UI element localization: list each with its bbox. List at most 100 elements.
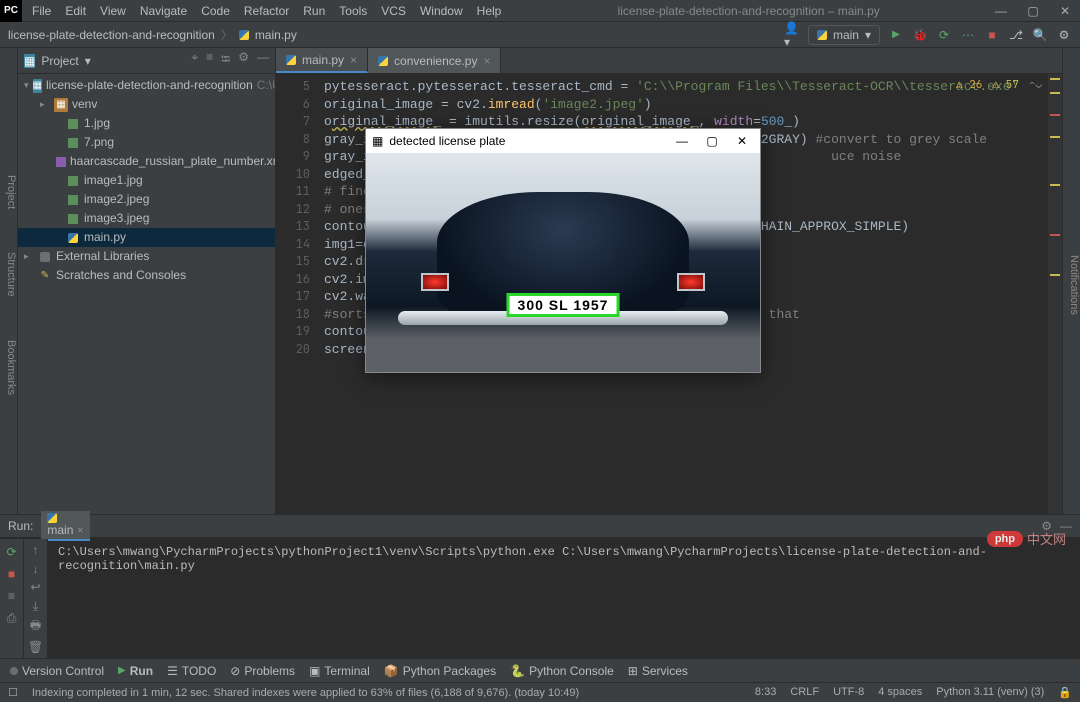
stop-icon[interactable]: ■ [3, 565, 21, 583]
tool-structure[interactable]: Structure [5, 252, 17, 297]
breadcrumb-item[interactable]: main.py [255, 28, 297, 42]
run-tool-header: Run: main × ⚙ — [0, 514, 1080, 538]
tool-notifications[interactable]: Notifications [1068, 255, 1080, 315]
status-caret-pos[interactable]: 8:33 [755, 686, 776, 699]
right-tool-strip[interactable]: Notifications [1062, 48, 1080, 514]
tree-file[interactable]: image3.jpeg [18, 209, 275, 228]
tree-label: 7.png [84, 134, 114, 151]
close-icon[interactable]: ✕ [1050, 4, 1080, 18]
menu-view[interactable]: View [94, 2, 132, 20]
menu-run[interactable]: Run [297, 2, 331, 20]
breadcrumb-item[interactable]: license-plate-detection-and-recognition [8, 28, 215, 42]
settings-gear-icon[interactable]: ⚙ [238, 50, 249, 71]
tree-label: image2.jpeg [84, 191, 149, 208]
chevron-down-icon[interactable]: ▾ [85, 54, 91, 68]
tree-scratches[interactable]: ✎Scratches and Consoles [18, 266, 275, 285]
up-icon[interactable]: ↑ [27, 543, 45, 558]
tree-label: 1.jpg [84, 115, 110, 132]
cv-preview-window[interactable]: ▦ detected license plate — ▢ ✕ 300 SL 19… [365, 128, 761, 373]
tool-todo[interactable]: ☰ TODO [167, 664, 216, 678]
run-button[interactable] [888, 27, 904, 43]
tree-file[interactable]: haarcascade_russian_plate_number.xml [18, 152, 275, 171]
status-lock-icon[interactable]: 🔒 [1058, 686, 1072, 699]
maximize-icon[interactable]: ▢ [1018, 4, 1048, 18]
status-encoding[interactable]: UTF-8 [833, 686, 864, 699]
down-icon[interactable]: ↓ [27, 562, 45, 577]
menu-help[interactable]: Help [471, 2, 508, 20]
menu-code[interactable]: Code [195, 2, 236, 20]
tree-dir-venv[interactable]: ▸▦ venv [18, 95, 275, 114]
tree-file-main[interactable]: main.py [18, 228, 275, 247]
search-everywhere-icon[interactable]: 🔍 [1032, 27, 1048, 43]
print-icon[interactable]: 🖶 [27, 618, 45, 636]
status-interpreter[interactable]: Python 3.11 (venv) (3) [936, 686, 1044, 699]
toolbar-right: 👤▾ main ▾ 🐞 ⟳ ⋯ ■ ⎇ 🔍 ⚙ [784, 25, 1072, 45]
tool-version-control[interactable]: Version Control [10, 664, 104, 678]
error-stripe[interactable] [1048, 74, 1062, 514]
close-icon[interactable]: ✕ [730, 134, 754, 148]
tool-terminal[interactable]: ▣ Terminal [309, 664, 370, 678]
run-config-selector[interactable]: main ▾ [808, 25, 880, 45]
tree-label: main.py [84, 229, 126, 246]
hide-icon[interactable]: — [257, 50, 269, 71]
left-tool-strip[interactable]: Project Structure Bookmarks [0, 48, 18, 514]
settings-gear-icon[interactable]: ⚙ [1056, 27, 1072, 43]
tool-problems[interactable]: ⊘ Problems [230, 664, 295, 678]
stop-button[interactable]: ■ [984, 27, 1000, 43]
tool-bookmarks[interactable]: Bookmarks [5, 340, 17, 395]
run-title: Run: [8, 519, 33, 533]
debug-button[interactable]: 🐞 [912, 27, 928, 43]
python-file-icon [47, 513, 83, 523]
project-icon: ▦ [24, 54, 35, 68]
run-output[interactable]: C:\Users\mwang\PycharmProjects\pythonPro… [48, 539, 1080, 658]
editor-tab-main[interactable]: main.py × [276, 48, 368, 73]
rerun-icon[interactable]: ⟳ [3, 543, 21, 561]
project-label: Project [41, 54, 78, 68]
tree-file[interactable]: image2.jpeg [18, 190, 275, 209]
tool-services[interactable]: ⊞ Services [628, 664, 688, 678]
menu-navigate[interactable]: Navigate [134, 2, 193, 20]
close-tab-icon[interactable]: × [350, 53, 357, 67]
profile-button[interactable]: ⋯ [960, 27, 976, 43]
maximize-icon[interactable]: ▢ [700, 134, 724, 148]
status-line-sep[interactable]: CRLF [790, 686, 819, 699]
tool-python-console[interactable]: 🐍 Python Console [510, 664, 614, 678]
soft-wrap-icon[interactable]: ↩ [27, 580, 45, 595]
expand-all-icon[interactable]: ≡ [206, 50, 213, 71]
project-tree[interactable]: ▾▦ license-plate-detection-and-recogniti… [18, 74, 275, 287]
inspection-summary[interactable]: ⚠ 26 ⚠ 57 ⌃⌄ [956, 78, 1042, 92]
minimize-icon[interactable]: — [986, 4, 1016, 18]
cv-title-bar[interactable]: ▦ detected license plate — ▢ ✕ [366, 129, 760, 153]
menu-file[interactable]: File [26, 2, 57, 20]
tool-python-packages[interactable]: 📦 Python Packages [384, 664, 496, 678]
status-indent[interactable]: 4 spaces [878, 686, 922, 699]
tree-file[interactable]: 7.png [18, 133, 275, 152]
menu-window[interactable]: Window [414, 2, 469, 20]
user-icon[interactable]: 👤▾ [784, 27, 800, 43]
tree-external-libraries[interactable]: ▸External Libraries [18, 247, 275, 266]
pin-icon[interactable]: ⎙ [3, 609, 21, 627]
tool-run[interactable]: Run [118, 664, 153, 678]
editor-tab-convenience[interactable]: convenience.py × [368, 48, 501, 73]
tree-root[interactable]: ▾▦ license-plate-detection-and-recogniti… [18, 76, 275, 95]
menu-vcs[interactable]: VCS [375, 2, 412, 20]
tree-file[interactable]: image1.jpg [18, 171, 275, 190]
collapse-all-icon[interactable]: ⭾ [221, 50, 230, 71]
close-tab-icon[interactable]: × [483, 54, 490, 68]
tool-project[interactable]: Project [5, 175, 17, 209]
git-icon[interactable]: ⎇ [1008, 27, 1024, 43]
trash-icon[interactable]: 🗑 [27, 640, 45, 655]
locate-icon[interactable]: ⌖ [191, 50, 198, 71]
layout-icon[interactable]: ≡ [3, 587, 21, 605]
line-gutter[interactable]: 567891011121314151617181920 [276, 78, 316, 358]
tree-label: venv [72, 96, 97, 113]
minimize-icon[interactable]: — [670, 134, 694, 148]
scroll-end-icon[interactable]: ⤓ [27, 599, 45, 614]
menu-edit[interactable]: Edit [59, 2, 92, 20]
run-coverage-button[interactable]: ⟳ [936, 27, 952, 43]
status-bar: ☐ Indexing completed in 1 min, 12 sec. S… [0, 682, 1080, 702]
tree-file[interactable]: 1.jpg [18, 114, 275, 133]
run-tab[interactable]: main × [41, 511, 89, 541]
menu-tools[interactable]: Tools [333, 2, 373, 20]
menu-refactor[interactable]: Refactor [238, 2, 295, 20]
